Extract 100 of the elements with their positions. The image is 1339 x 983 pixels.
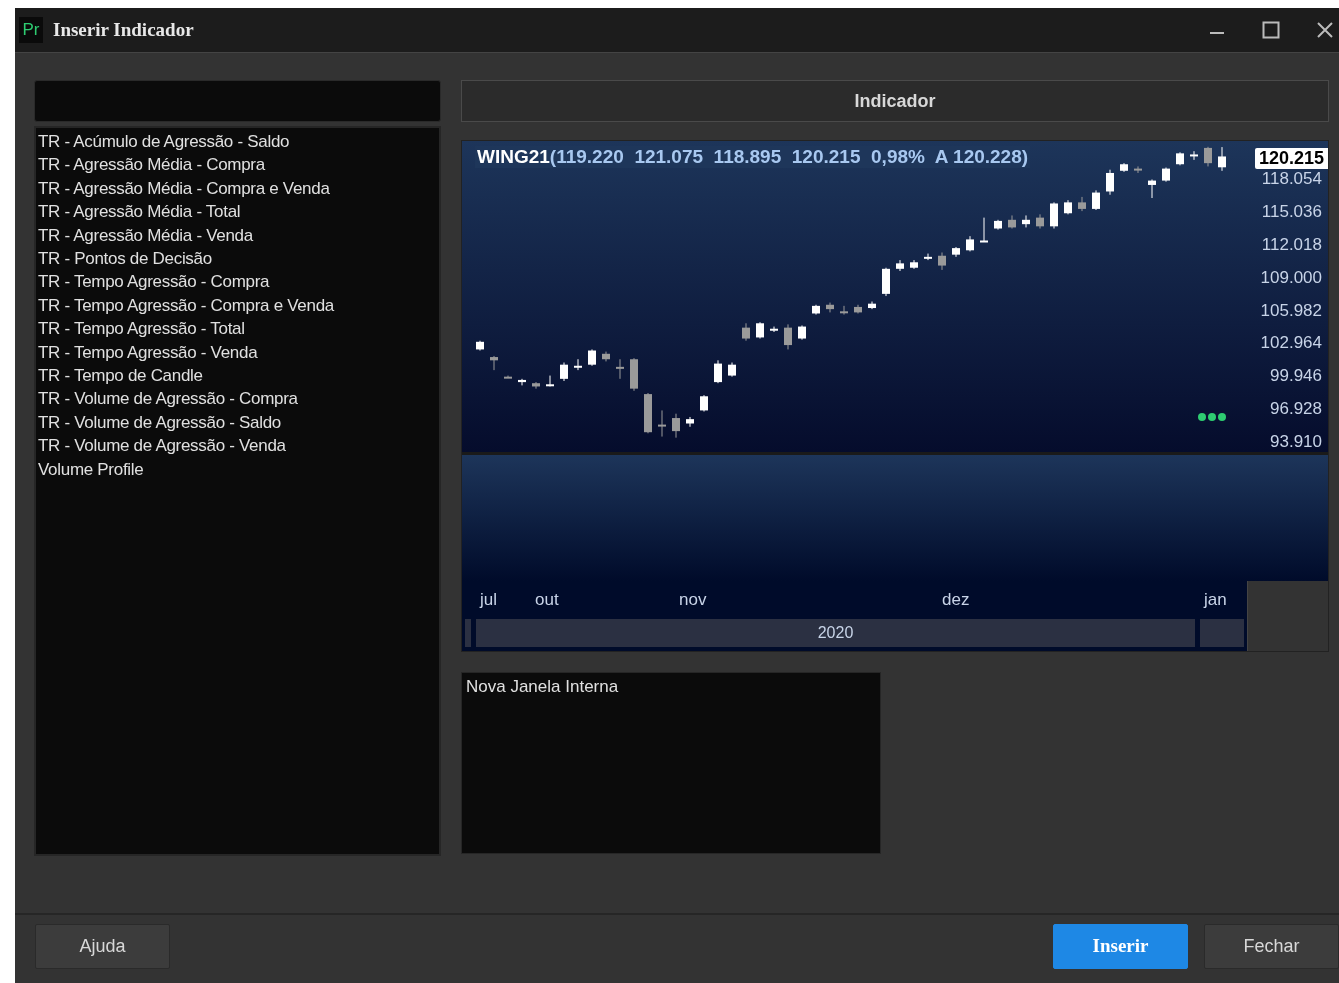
candle (630, 357, 638, 392)
dialog-button[interactable]: Inserir (1053, 923, 1188, 969)
indicator-item[interactable]: Volume Profile (38, 457, 437, 482)
candle (672, 413, 680, 439)
candle (546, 375, 554, 387)
candle (1134, 165, 1142, 174)
candle (854, 304, 862, 314)
candle (1008, 214, 1016, 229)
candle (1022, 214, 1030, 228)
candle (882, 267, 890, 297)
indicator-item[interactable]: TR - Acúmulo de Agressão - Saldo (38, 130, 437, 154)
axis-label: 118.054 (1261, 169, 1322, 189)
candle (714, 359, 722, 384)
symbol-label: WING21 (477, 146, 550, 167)
candle (742, 322, 750, 342)
candle (1092, 189, 1100, 211)
candle (1162, 167, 1170, 183)
indicator-item[interactable]: TR - Volume de Agressão - Venda (38, 434, 437, 458)
candle (518, 378, 526, 386)
search-field[interactable] (34, 80, 441, 122)
candle (700, 394, 708, 412)
axis-label: 93.910 (1270, 432, 1322, 452)
indicator-item[interactable]: TR - Tempo Agressão - Total (38, 317, 437, 341)
more-options-icon[interactable] (1198, 413, 1226, 421)
indicator-item[interactable]: TR - Pontos de Decisão (38, 247, 437, 271)
candle (686, 416, 694, 428)
candle (896, 259, 904, 272)
quote-values: (119.220 121.075 118.895 120.215 0,98% A 120.228) (549, 146, 1029, 167)
indicator-item[interactable]: TR - Agressão Média - Total (38, 200, 437, 224)
candle (784, 323, 792, 350)
scroll-stub (465, 619, 471, 647)
indicator-item[interactable]: TR - Agressão Média - Venda (38, 223, 437, 248)
year-label: 2020 (476, 619, 1195, 647)
candle (868, 301, 876, 310)
candle (1036, 213, 1044, 229)
price-tag: 120.215 (1254, 148, 1328, 169)
description-text: Nova Janela Interna (466, 677, 620, 697)
candle (1176, 151, 1184, 166)
indicator-item[interactable]: TR - Agressão Média - Compra e Venda (38, 176, 437, 201)
candle (952, 246, 960, 258)
axis-label: 105.982 (1260, 300, 1322, 321)
axis-label: 102.964 (1260, 333, 1322, 354)
indicator-item[interactable]: TR - Tempo de Candle (38, 364, 437, 388)
panel-header: Indicador (461, 80, 1329, 122)
candle (476, 340, 484, 351)
window-title: Inserir Indicador (53, 19, 194, 41)
axis-label: 115.036 (1261, 201, 1322, 222)
candle (1050, 201, 1058, 229)
indicator-item[interactable]: TR - Volume de Agressão - Compra (38, 387, 437, 411)
candle (490, 355, 498, 371)
candle (938, 252, 946, 271)
app-logo-icon: Pr (19, 17, 43, 43)
month-label: dez (942, 590, 971, 610)
candle (1148, 179, 1156, 199)
indicator-item[interactable]: TR - Tempo Agressão - Venda (38, 340, 437, 365)
month-label: jul (480, 590, 498, 610)
candle (994, 219, 1002, 231)
axis-label: 99.946 (1270, 366, 1322, 387)
candle (1190, 150, 1198, 161)
axis-label: 96.928 (1270, 399, 1322, 420)
candle (1106, 169, 1114, 196)
candle (812, 304, 820, 316)
candle (1064, 199, 1072, 215)
candle (1204, 146, 1212, 167)
indicator-item[interactable]: TR - Tempo Agressão - Compra e Venda (38, 293, 437, 318)
candle (756, 321, 764, 340)
candle (574, 358, 582, 371)
candle (966, 235, 974, 252)
candle (728, 362, 736, 378)
scroll-stub (1200, 619, 1244, 647)
candle (644, 392, 652, 434)
candle (588, 348, 596, 367)
month-label: jan (1204, 590, 1228, 610)
close-icon[interactable] (1315, 20, 1335, 40)
candle (840, 305, 848, 316)
candle (532, 381, 540, 390)
candle (910, 259, 918, 270)
candle (616, 358, 624, 380)
dialog-button[interactable]: Fechar (1204, 923, 1339, 969)
candle (770, 326, 778, 333)
candle (1120, 162, 1128, 173)
candle (658, 409, 666, 438)
month-label: out (535, 590, 560, 610)
month-label: nov (679, 590, 708, 610)
candle (980, 217, 988, 243)
candle (560, 362, 568, 382)
candle (602, 351, 610, 362)
dialog-button[interactable]: Ajuda (35, 923, 170, 969)
indicator-item[interactable]: TR - Agressão Média - Compra (38, 153, 437, 177)
axis-label: 109.000 (1260, 267, 1322, 288)
maximize-icon[interactable] (1261, 20, 1281, 40)
candle (1218, 146, 1226, 172)
indicator-item[interactable]: TR - Tempo Agressão - Compra (38, 270, 437, 294)
candle (504, 375, 512, 379)
candle (1078, 196, 1086, 212)
candle (924, 253, 932, 261)
candle (826, 302, 834, 313)
axis-label: 112.018 (1261, 234, 1322, 255)
candle (798, 324, 806, 341)
indicator-item[interactable]: TR - Volume de Agressão - Saldo (38, 410, 437, 435)
